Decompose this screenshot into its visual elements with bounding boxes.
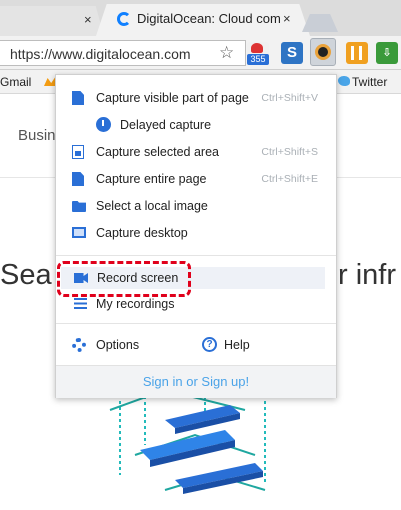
url-text[interactable]: https://www.digitalocean.com (10, 46, 191, 62)
tab-strip: × DigitalOcean: Cloud com × (0, 0, 401, 36)
menu-item-label: Capture entire page (96, 172, 207, 186)
screenshot-camera-icon[interactable] (310, 38, 336, 66)
menu-delayed-capture[interactable]: Delayed capture (56, 114, 336, 136)
extension-badge: 355 (247, 54, 269, 65)
help-button[interactable]: ? Help (200, 334, 300, 356)
menu-item-label: Capture selected area (96, 145, 219, 159)
menu-item-label: My recordings (96, 297, 175, 311)
pdf-extension-icon[interactable]: ⇩ (376, 42, 398, 64)
menu-capture-selected-area[interactable]: Capture selected area Ctrl+Shift+S (56, 141, 336, 163)
help-label: Help (224, 338, 250, 352)
shortcut-label: Ctrl+Shift+S (261, 146, 318, 158)
menu-item-label: Select a local image (96, 199, 208, 213)
bookmark-twitter[interactable]: Twitter (352, 75, 387, 89)
menu-item-label: Delayed capture (120, 118, 212, 132)
browser-toolbar: https://www.digitalocean.com ☆ 355 S ⇩ (0, 36, 401, 70)
menu-select-local-image[interactable]: Select a local image (56, 195, 336, 217)
menu-item-label: Capture visible part of page (96, 91, 249, 105)
hero-illustration (109, 388, 266, 494)
red-extension-icon[interactable]: 355 (247, 42, 269, 65)
new-tab-button[interactable] (302, 14, 338, 32)
digitalocean-favicon-icon (117, 12, 131, 26)
hero-heading-left: Sea (0, 259, 52, 291)
document-icon (72, 91, 84, 105)
menu-footer: Sign in or Sign up! (56, 365, 336, 398)
gear-icon (72, 338, 86, 352)
capture-menu-popup: Capture visible part of page Ctrl+Shift+… (55, 74, 337, 398)
highlight-annotation (57, 261, 191, 297)
menu-item-label: Capture desktop (96, 226, 188, 240)
address-bar[interactable]: https://www.digitalocean.com ☆ (0, 40, 246, 66)
tab-close-icon[interactable]: × (283, 11, 291, 26)
folder-icon (72, 201, 86, 212)
s-extension-icon[interactable]: S (281, 42, 303, 64)
signin-link[interactable]: Sign in or Sign up! (143, 374, 249, 389)
twitter-bird-icon (338, 76, 350, 86)
menu-divider (56, 323, 336, 324)
shortcut-label: Ctrl+Shift+E (261, 173, 318, 185)
bookmark-gmail[interactable]: Gmail (0, 75, 31, 89)
list-icon (74, 298, 87, 309)
tab-previous-close-icon[interactable]: × (84, 12, 92, 27)
fork-extension-icon[interactable] (346, 42, 368, 64)
document-icon (72, 172, 84, 186)
help-icon: ? (202, 337, 217, 352)
nav-business-link[interactable]: Busin (18, 127, 56, 144)
menu-divider (56, 255, 336, 256)
tab-title[interactable]: DigitalOcean: Cloud com (137, 11, 287, 27)
options-button[interactable]: Options (56, 334, 176, 356)
hero-heading-right: r infr (338, 259, 396, 291)
monitor-icon (72, 227, 86, 238)
menu-capture-entire-page[interactable]: Capture entire page Ctrl+Shift+E (56, 168, 336, 190)
bookmark-star-icon[interactable]: ☆ (219, 43, 234, 63)
options-label: Options (96, 338, 140, 352)
menu-capture-visible[interactable]: Capture visible part of page Ctrl+Shift+… (56, 87, 336, 109)
selection-icon (72, 145, 84, 159)
shortcut-label: Ctrl+Shift+V (261, 92, 318, 104)
menu-capture-desktop[interactable]: Capture desktop (56, 222, 336, 244)
timer-icon (96, 117, 111, 132)
